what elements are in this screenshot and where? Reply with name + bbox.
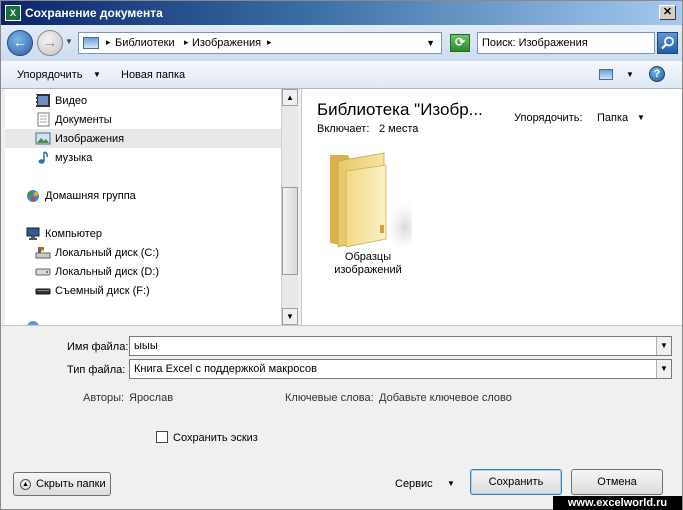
nav-item-label: Съемный диск (F:) (55, 285, 150, 297)
tools-button[interactable]: Сервис (395, 478, 433, 490)
collapse-icon: ▲ (20, 479, 31, 490)
filetype-value: Книга Excel с поддержкой макросов (134, 363, 317, 375)
keywords-label: Ключевые слова: (285, 392, 374, 404)
folder-label-line: изображений (334, 264, 402, 276)
nav-item-label: Компьютер (45, 228, 102, 240)
forward-button[interactable]: → (37, 30, 63, 56)
nav-item-label: Документы (55, 114, 112, 126)
save-button[interactable]: Сохранить (470, 469, 562, 495)
save-dialog: X Сохранение документа ✕ ← → ▼ ▸ Библиот… (0, 0, 683, 510)
drive-d-icon (35, 268, 51, 276)
nav-item-video[interactable]: Видео (5, 91, 281, 110)
command-bar: Упорядочить ▼ Новая папка ▼ ? (1, 61, 682, 89)
removable-drive-icon (35, 288, 51, 295)
video-icon (36, 94, 50, 107)
keywords-value[interactable]: Добавьте ключевое слово (379, 392, 512, 404)
nav-item-label: Локальный диск (C:) (55, 247, 160, 259)
excel-icon: X (5, 5, 21, 21)
close-button[interactable]: ✕ (659, 5, 676, 20)
refresh-button[interactable]: ⟳ (450, 34, 470, 52)
organize-button[interactable]: Упорядочить (17, 69, 82, 81)
back-button[interactable]: ← (7, 30, 33, 56)
nav-item-label: Изображения (55, 133, 125, 145)
nav-item-label: Локальный диск (D:) (55, 266, 160, 278)
nav-item-drive-c[interactable]: Локальный диск (C:) (5, 243, 281, 262)
filetype-label: Тип файла: (67, 364, 126, 376)
folder-label-line: Образцы (344, 251, 392, 263)
breadcrumb-separator-icon[interactable]: ▸ (267, 37, 272, 48)
computer-icon (26, 227, 40, 240)
history-dropdown-icon[interactable]: ▼ (65, 37, 73, 46)
nav-item-music[interactable]: музыка (5, 148, 281, 167)
watermark: www.excelworld.ru (553, 496, 682, 510)
title-bar: X Сохранение документа ✕ (1, 1, 682, 25)
scroll-down-arrow-icon[interactable]: ▼ (282, 308, 298, 325)
address-bar[interactable]: ▸ Библиотеки ▸ Изображения ▸ ▼ (78, 32, 442, 54)
search-button[interactable] (657, 32, 678, 54)
arrange-dropdown-icon[interactable]: ▼ (637, 113, 645, 122)
scroll-up-arrow-icon[interactable]: ▲ (282, 89, 298, 106)
breadcrumb-pictures[interactable]: Изображения (192, 37, 261, 49)
breadcrumb-libraries[interactable]: Библиотеки (115, 37, 175, 49)
includes-label: Включает: (317, 123, 370, 135)
content-pane[interactable]: Библиотека "Изобр... Включает: 2 места У… (301, 89, 682, 325)
search-icon (661, 36, 674, 50)
library-title: Библиотека "Изобр... (317, 100, 483, 119)
documents-icon (37, 112, 50, 127)
library-icon (83, 37, 99, 49)
folder-label: Образцы изображений (324, 251, 412, 277)
arrange-by-label: Упорядочить: (514, 112, 583, 124)
organize-dropdown-icon[interactable]: ▼ (93, 70, 101, 79)
authors-label: Авторы: (83, 392, 125, 404)
help-icon[interactable]: ? (649, 66, 665, 82)
save-form: Имя файла: ▼ Тип файла: Книга Excel с по… (1, 325, 682, 510)
nav-item-label: музыка (55, 152, 93, 164)
nav-item-network[interactable] (5, 317, 281, 325)
folder-item[interactable]: Образцы изображений (324, 149, 412, 279)
breadcrumb-separator-icon[interactable]: ▸ (106, 37, 111, 48)
nav-item-label: Домашняя группа (45, 190, 136, 202)
navigation-pane[interactable]: Видео Документы Изображения музыка Домаш… (5, 89, 281, 325)
arrange-by-value[interactable]: Папка (597, 112, 628, 124)
hide-folders-label: Скрыть папки (36, 478, 106, 490)
filename-input[interactable] (129, 336, 672, 356)
address-row: ← → ▼ ▸ Библиотеки ▸ Изображения ▸ ▼ ⟳ (1, 25, 682, 61)
filetype-select[interactable]: Книга Excel с поддержкой макросов ▼ (129, 359, 672, 379)
tools-dropdown-icon[interactable]: ▼ (447, 479, 455, 488)
breadcrumb-separator-icon[interactable]: ▸ (184, 37, 189, 48)
homegroup-icon (27, 190, 39, 202)
folder-icon (330, 152, 412, 251)
filename-label: Имя файла: (67, 341, 129, 353)
new-folder-button[interactable]: Новая папка (121, 69, 185, 81)
change-view-icon[interactable] (599, 69, 613, 80)
includes-locations-link[interactable]: 2 места (379, 123, 418, 135)
filename-dropdown-icon[interactable]: ▼ (656, 337, 671, 355)
authors-value[interactable]: Ярослав (129, 392, 173, 404)
view-dropdown-icon[interactable]: ▼ (626, 70, 634, 79)
search-input[interactable] (482, 36, 652, 50)
save-thumbnail-label[interactable]: Сохранить эскиз (173, 432, 258, 444)
music-icon (38, 151, 48, 164)
nav-item-label: Видео (55, 95, 88, 107)
filetype-dropdown-icon[interactable]: ▼ (656, 360, 671, 378)
nav-item-pictures[interactable]: Изображения (5, 129, 281, 148)
nav-scrollbar[interactable]: ▲ ▼ (281, 89, 298, 325)
nav-item-removable[interactable]: Съемный диск (F:) (5, 281, 281, 300)
cancel-button[interactable]: Отмена (571, 469, 663, 495)
save-thumbnail-checkbox[interactable] (156, 431, 168, 443)
pictures-icon (35, 132, 51, 145)
address-dropdown-icon[interactable]: ▼ (426, 38, 435, 48)
window-title: Сохранение документа (25, 6, 163, 20)
nav-item-computer[interactable]: Компьютер (5, 224, 281, 243)
search-box[interactable] (477, 32, 655, 54)
drive-c-icon (35, 247, 51, 259)
hide-folders-button[interactable]: ▲ Скрыть папки (13, 472, 111, 496)
scroll-thumb[interactable] (282, 187, 298, 275)
nav-item-homegroup[interactable]: Домашняя группа (5, 186, 281, 205)
nav-item-drive-d[interactable]: Локальный диск (D:) (5, 262, 281, 281)
nav-item-documents[interactable]: Документы (5, 110, 281, 129)
